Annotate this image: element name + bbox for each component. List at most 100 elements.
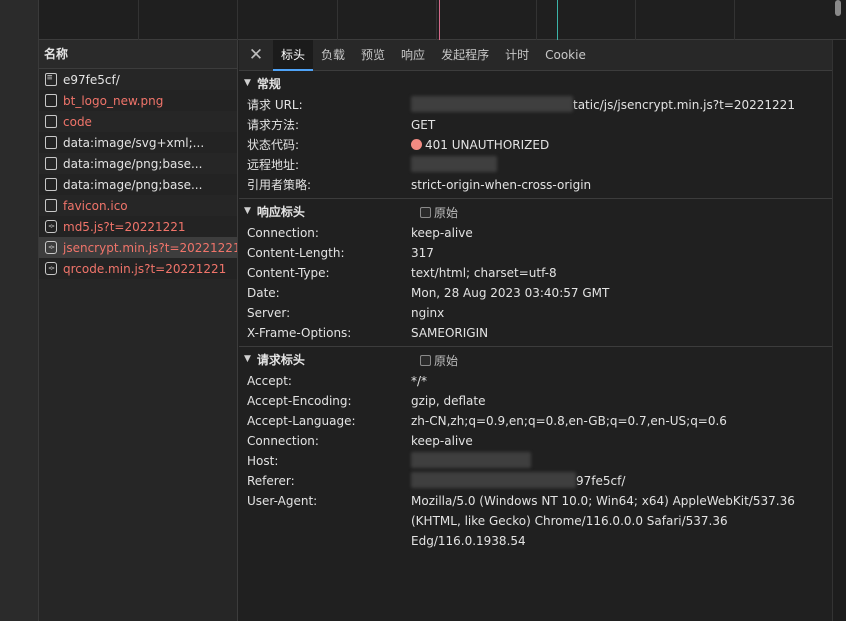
header-row: Content-Length: 317 xyxy=(239,243,832,263)
request-row[interactable]: code xyxy=(39,111,237,132)
header-value: 97fe5cf/ xyxy=(411,471,832,491)
header-value: tatic/js/jsencrypt.min.js?t=20221221 xyxy=(411,95,832,115)
header-value-text: Mozilla/5.0 (Windows NT 10.0; Win64; x64… xyxy=(411,494,795,548)
request-row[interactable]: data:image/svg+xml;... xyxy=(39,132,237,153)
request-row[interactable]: data:image/png;base... xyxy=(39,153,237,174)
timeline-gridline xyxy=(337,0,338,40)
general-row-url: 请求 URL: tatic/js/jsencrypt.min.js?t=2022… xyxy=(239,95,832,115)
response-headers-section: ▼ 响应标头 原始 Connection: keep-alive Content-L… xyxy=(239,199,832,347)
triangle-down-icon: ▼ xyxy=(244,354,251,364)
details-tabbar: ✕ 标头 负载 预览 响应 发起程序 计时 Cookie xyxy=(239,39,832,71)
header-value: nginx xyxy=(411,303,832,323)
request-details-panel: ✕ 标头 负载 预览 响应 发起程序 计时 Cookie ▼ 常规 请求 URL: tati… xyxy=(239,39,832,621)
header-row: Host: xyxy=(239,451,832,471)
header-key: Host: xyxy=(247,454,279,468)
script-icon xyxy=(45,241,57,254)
header-value-text: SAMEORIGIN xyxy=(411,326,489,340)
header-row: Date: Mon, 28 Aug 2023 03:40:57 GMT xyxy=(239,283,832,303)
timeline-gridline xyxy=(536,0,537,40)
raw-toggle[interactable]: 原始 xyxy=(420,204,458,221)
timeline-scrollbar[interactable] xyxy=(834,0,842,40)
details-scrollbar[interactable] xyxy=(832,40,846,621)
header-value: */* xyxy=(411,371,832,391)
redacted-block xyxy=(411,96,573,112)
timeline-gridline xyxy=(436,0,437,40)
header-row: Accept: */* xyxy=(239,371,832,391)
request-name: favicon.ico xyxy=(63,198,128,213)
tab-0[interactable]: 标头 xyxy=(273,39,314,71)
raw-label: 原始 xyxy=(434,206,459,220)
request-row[interactable]: data:image/png;base... xyxy=(39,174,237,195)
header-key: 请求 URL: xyxy=(247,98,303,112)
request-name: md5.js?t=20221221 xyxy=(63,219,186,234)
general-row-remote: 远程地址: xyxy=(239,155,832,175)
header-value: Mozilla/5.0 (Windows NT 10.0; Win64; x64… xyxy=(411,491,832,551)
header-key: 引用者策略: xyxy=(247,178,312,192)
timeline-scroll-thumb[interactable] xyxy=(835,0,841,16)
file-icon xyxy=(45,157,57,170)
tab-2[interactable]: 预览 xyxy=(353,40,393,71)
timeline-load-marker xyxy=(439,0,440,40)
checkbox-icon[interactable] xyxy=(420,355,431,366)
tab-1[interactable]: 负载 xyxy=(313,40,353,71)
header-row: Accept-Encoding: gzip, deflate xyxy=(239,391,832,411)
name-column-header[interactable]: 名称 xyxy=(39,40,237,69)
header-key: Server: xyxy=(247,306,291,320)
header-value-text: nginx xyxy=(411,306,445,320)
section-title: 常规 xyxy=(256,76,281,91)
request-row[interactable]: qrcode.min.js?t=20221221 xyxy=(39,258,237,279)
header-value: text/html; charset=utf-8 xyxy=(411,263,832,283)
header-key: X-Frame-Options: xyxy=(247,326,352,340)
general-row-referrer-policy: 引用者策略: strict-origin-when-cross-origin xyxy=(239,175,832,195)
section-title: 响应标头 xyxy=(256,204,305,219)
request-name: bt_logo_new.png xyxy=(63,93,164,108)
file-icon xyxy=(45,136,57,149)
request-headers-section-header[interactable]: ▼ 请求标头 原始 xyxy=(239,347,832,371)
tab-4[interactable]: 发起程序 xyxy=(433,40,497,71)
general-section-header[interactable]: ▼ 常规 xyxy=(239,71,832,95)
header-value-text: */* xyxy=(411,374,428,388)
request-row[interactable]: jsencrypt.min.js?t=20221221 xyxy=(39,237,237,258)
section-title: 请求标头 xyxy=(256,352,305,367)
checkbox-icon[interactable] xyxy=(420,207,431,218)
header-key: 请求方法: xyxy=(247,118,300,132)
raw-label: 原始 xyxy=(434,354,459,368)
header-key: 状态代码: xyxy=(247,138,300,152)
header-row: Accept-Language: zh-CN,zh;q=0.9,en;q=0.8,… xyxy=(239,411,832,431)
raw-toggle[interactable]: 原始 xyxy=(420,352,458,369)
status-dot-icon xyxy=(411,139,422,150)
timeline-gridline xyxy=(734,0,735,40)
header-value-text: keep-alive xyxy=(411,434,473,448)
triangle-down-icon: ▼ xyxy=(244,78,251,88)
tab-6[interactable]: Cookie xyxy=(537,40,594,71)
request-headers-section: ▼ 请求标头 原始 Accept: */* Accept-Encoding: gzip… xyxy=(239,347,832,554)
close-icon[interactable]: ✕ xyxy=(239,40,273,71)
tab-3[interactable]: 响应 xyxy=(393,40,433,71)
header-key: Content-Length: xyxy=(247,246,345,260)
request-name: code xyxy=(63,114,92,129)
response-headers-section-header[interactable]: ▼ 响应标头 原始 xyxy=(239,199,832,223)
header-value xyxy=(411,451,832,471)
request-row[interactable]: e97fe5cf/ xyxy=(39,69,237,90)
left-gutter xyxy=(0,0,39,621)
request-name: data:image/png;base... xyxy=(63,156,203,171)
timeline-dcl-marker xyxy=(557,0,558,40)
redacted-block xyxy=(411,472,576,488)
header-key: Content-Type: xyxy=(247,266,330,280)
request-name: e97fe5cf/ xyxy=(63,72,120,87)
request-row[interactable]: md5.js?t=20221221 xyxy=(39,216,237,237)
header-row: Connection: keep-alive xyxy=(239,431,832,451)
header-row: Referer: 97fe5cf/ xyxy=(239,471,832,491)
request-row[interactable]: bt_logo_new.png xyxy=(39,90,237,111)
request-row[interactable]: favicon.ico xyxy=(39,195,237,216)
timeline-gridline xyxy=(138,0,139,40)
network-timeline[interactable] xyxy=(39,0,846,40)
tab-5[interactable]: 计时 xyxy=(497,40,537,71)
status-code-value: 401 UNAUTHORIZED xyxy=(425,138,550,152)
header-row: Server: nginx xyxy=(239,303,832,323)
header-value: strict-origin-when-cross-origin xyxy=(411,178,592,192)
header-row: Connection: keep-alive xyxy=(239,223,832,243)
header-value-text: Mon, 28 Aug 2023 03:40:57 GMT xyxy=(411,286,610,300)
triangle-down-icon: ▼ xyxy=(244,206,251,216)
header-key: Accept-Encoding: xyxy=(247,394,352,408)
